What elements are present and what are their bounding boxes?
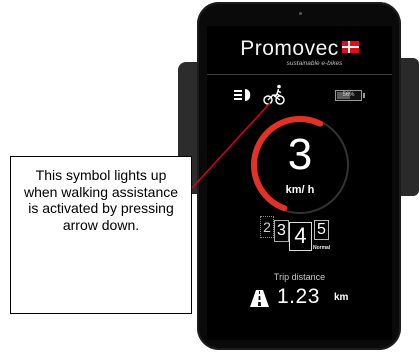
battery-percent: 56% [342, 92, 355, 98]
brand-logo: Promovec [207, 38, 392, 60]
battery-terminal [363, 93, 365, 98]
brand-name: Promovec [240, 37, 339, 60]
bike-display-device: Promovec sustainable e-bikes 56% 3 km/ h [197, 2, 401, 350]
brand-slogan: sustainable e-bikes [286, 60, 343, 67]
assist-level-2: 2 [260, 216, 274, 238]
road-icon [250, 290, 269, 307]
light-sensor [299, 12, 302, 15]
annotation-callout: This symbol lights up when walking assis… [10, 156, 192, 314]
assist-level-3: 3 [274, 220, 289, 242]
trip-distance-value: 1.23 [277, 285, 320, 308]
assist-level-5: 5 [314, 220, 329, 240]
walk-assist-icon [263, 84, 285, 105]
header-divider [207, 74, 392, 75]
speed-unit: km/ h [285, 184, 315, 196]
speed-value: 3 [287, 130, 313, 179]
callout-text: This symbol lights up when walking assis… [23, 167, 179, 233]
danish-flag-icon [341, 41, 359, 53]
headlight-icon [234, 89, 251, 101]
display-screen: Promovec sustainable e-bikes 56% 3 km/ h [207, 26, 392, 340]
trip-distance-unit: km [334, 292, 349, 303]
assist-mode-label: Normal [313, 245, 331, 251]
trip-distance-label: Trip distance [273, 272, 326, 282]
assist-level-4-active: 4 [289, 222, 312, 251]
